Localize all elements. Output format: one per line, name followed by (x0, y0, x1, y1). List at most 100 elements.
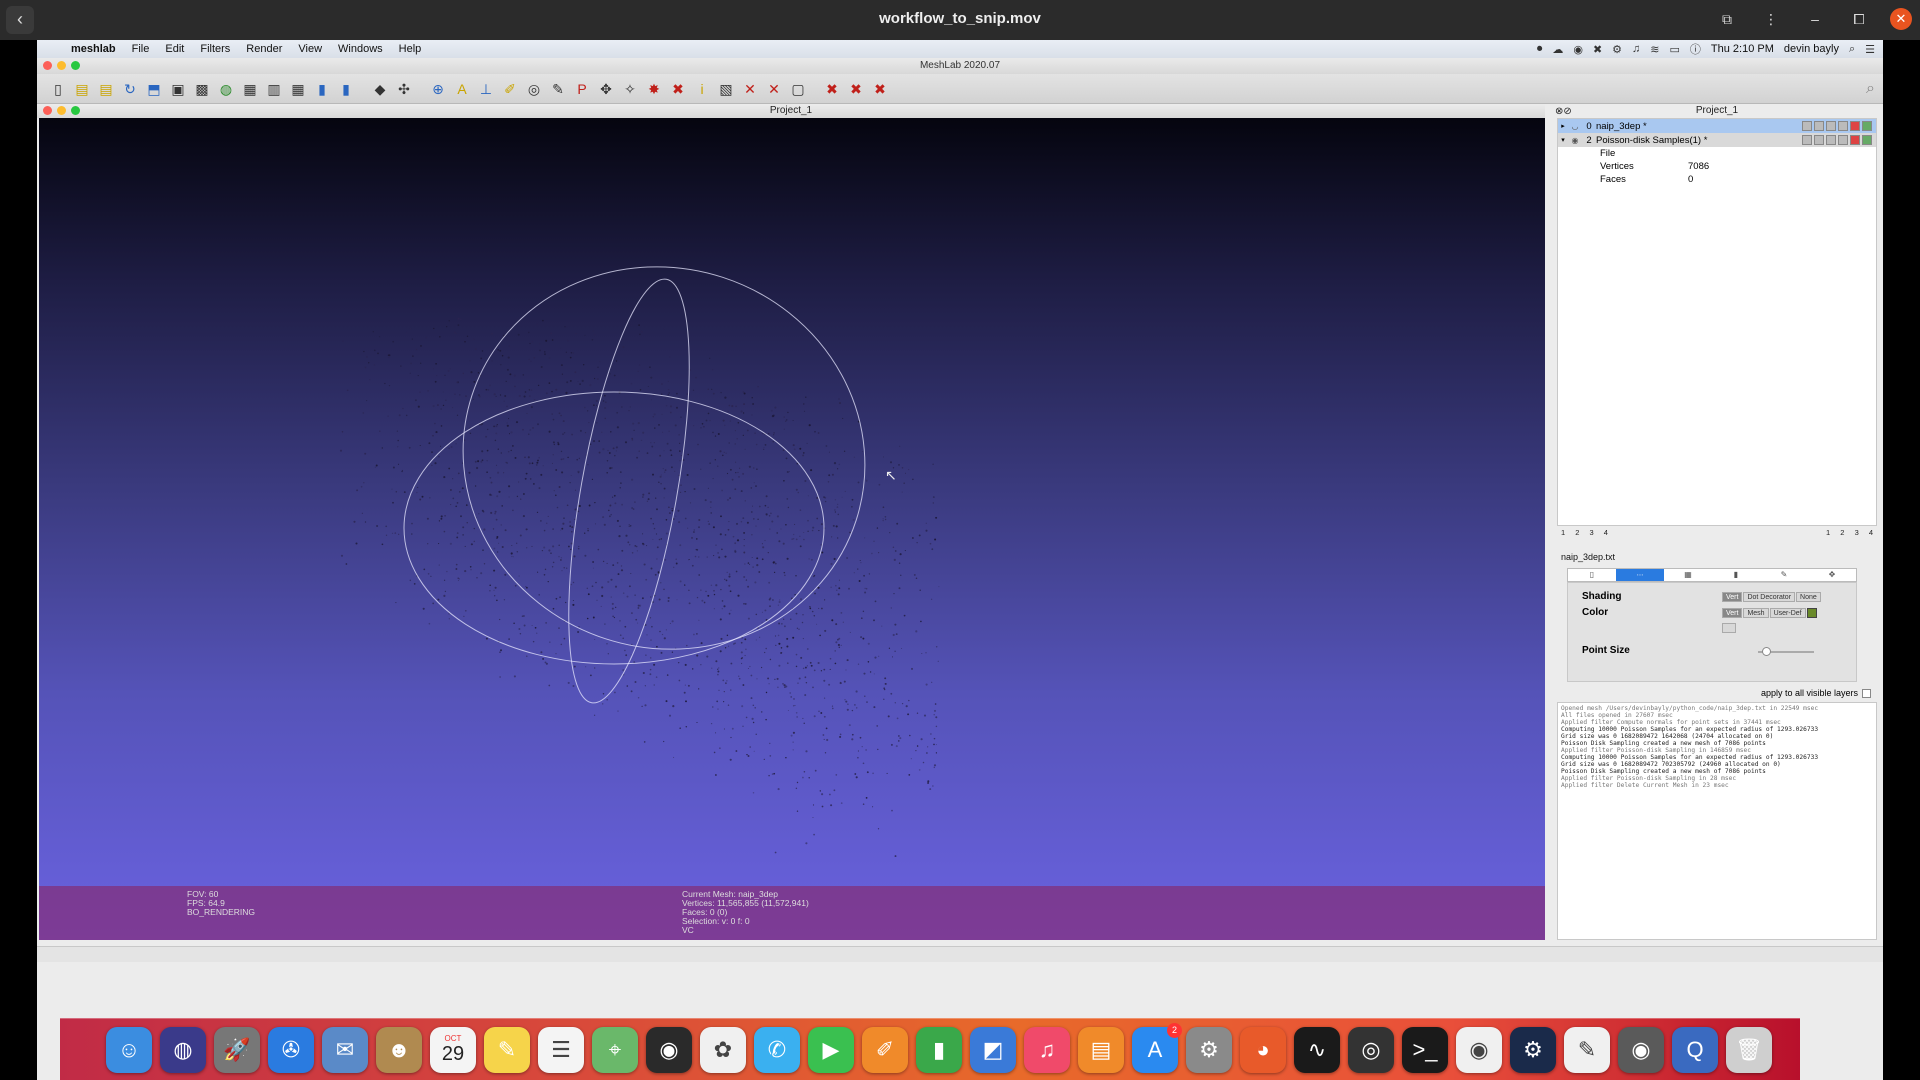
dock-mail-icon[interactable]: ✉ (322, 1026, 368, 1073)
subwindow-zoom-button[interactable] (71, 106, 80, 115)
menu-edit[interactable]: Edit (157, 43, 192, 55)
smooth-icon[interactable]: ▮ (335, 78, 357, 100)
raster-icon[interactable]: ▧ (715, 78, 737, 100)
snapshot-icon[interactable]: ▣ (167, 78, 189, 100)
reload-icon[interactable]: ↻ (119, 78, 141, 100)
color-swatch[interactable] (1806, 608, 1817, 618)
dock-contacts-icon[interactable]: ☻ (376, 1026, 422, 1073)
window-close-button[interactable] (43, 61, 52, 70)
open-project-icon[interactable]: ▤ (71, 78, 93, 100)
hiddenlines-icon[interactable]: ▥ (263, 78, 285, 100)
measure-icon[interactable]: ⊥ (475, 78, 497, 100)
points-render-icon[interactable]: ◍ (215, 78, 237, 100)
select-vertices-icon[interactable]: ✥ (595, 78, 617, 100)
bbox-icon[interactable]: ▩ (191, 78, 213, 100)
color-mesh-button[interactable]: Mesh (1743, 608, 1769, 618)
select-none-icon[interactable]: ▢ (787, 78, 809, 100)
select-faces-rect-icon[interactable]: ✕ (763, 78, 785, 100)
dock-trash-icon[interactable]: 🗑 (1726, 1026, 1772, 1073)
status-app-icon[interactable]: ◉ (1573, 43, 1583, 56)
dock-maps-icon[interactable]: ⌖ (592, 1026, 638, 1073)
app-menu[interactable]: meshlab (63, 43, 124, 55)
shading-dot-decorator-button[interactable]: Dot Decorator (1743, 592, 1796, 602)
dock-notes-icon[interactable]: ✎ (484, 1026, 530, 1073)
subwindow-close-button[interactable] (43, 106, 52, 115)
dock-finder-icon[interactable]: ☺ (106, 1026, 152, 1073)
import-mesh-icon[interactable]: ▤ (95, 78, 117, 100)
status-x-icon[interactable]: ✖ (1593, 43, 1602, 56)
apply-all-checkbox[interactable] (1862, 688, 1871, 698)
layer-solid-icon[interactable] (1838, 121, 1848, 131)
dock-messages-icon[interactable]: ✆ (754, 1026, 800, 1073)
dock-pages-icon[interactable]: ✐ (862, 1026, 908, 1073)
gear-icon[interactable]: ⚙ (1612, 43, 1622, 56)
dock-reminders-icon[interactable]: ☰ (538, 1026, 584, 1073)
tab-bbox[interactable]: ▯ (1568, 569, 1616, 581)
raster-right-2[interactable]: 2 (1840, 528, 1844, 537)
search-icon[interactable]: ⌕ (1866, 80, 1875, 98)
select-connected-icon[interactable]: ✧ (619, 78, 641, 100)
color-extra-button[interactable] (1722, 623, 1736, 633)
layer-row-poisson-samples[interactable]: ▾ ◉ 2 Poisson-disk Samples(1) * (1558, 133, 1876, 147)
layer-solid-icon[interactable] (1838, 135, 1848, 145)
raster-right-4[interactable]: 4 (1869, 528, 1873, 537)
shading-none-button[interactable]: None (1796, 592, 1821, 602)
close-button[interactable]: ✕ (1890, 8, 1912, 30)
notification-center-icon[interactable]: ☰ (1865, 43, 1875, 56)
wireframe-icon[interactable]: ▦ (239, 78, 261, 100)
dock-chrome-icon[interactable]: ◉ (1456, 1026, 1502, 1073)
dock-siri-icon[interactable]: ◍ (160, 1026, 206, 1073)
delete-faces-icon[interactable]: ✖ (845, 78, 867, 100)
point-size-slider[interactable] (1758, 647, 1814, 656)
minimize-button[interactable]: – (1802, 6, 1828, 32)
3d-viewport[interactable]: ↖ FOV: 60 FPS: 64.9 BO_RENDERING Current… (39, 118, 1545, 940)
layer-wire-icon[interactable] (1826, 135, 1836, 145)
dock-facetime-icon[interactable]: ▶ (808, 1026, 854, 1073)
georef-icon[interactable]: ✸ (643, 78, 665, 100)
layer-name[interactable]: Poisson-disk Samples(1) * (1596, 135, 1726, 146)
window-zoom-button[interactable] (71, 61, 80, 70)
panel-close-icon[interactable]: ⊗⊘ (1555, 105, 1572, 119)
dock-safari-icon[interactable]: ✇ (268, 1026, 314, 1073)
raster-right-1[interactable]: 1 (1826, 528, 1830, 537)
music-icon[interactable]: ♫ (1632, 43, 1640, 55)
layer-render-icon[interactable] (1802, 135, 1812, 145)
layer-texture-icon[interactable] (1850, 135, 1860, 145)
annotation-icon[interactable]: A (451, 78, 473, 100)
layers-icon[interactable]: ◆ (369, 78, 391, 100)
raster-left-3[interactable]: 3 (1590, 528, 1594, 537)
dock-launchpad-icon[interactable]: 🚀 (214, 1026, 260, 1073)
dock-calendar-icon[interactable]: OCT 29 (430, 1026, 476, 1073)
color-user-def-button[interactable]: User-Def (1769, 608, 1806, 618)
dock-keynote-icon[interactable]: ◩ (970, 1026, 1016, 1073)
menu-filters[interactable]: Filters (192, 43, 238, 55)
tab-texture[interactable]: ✎ (1760, 569, 1808, 581)
paint-icon[interactable]: ✐ (499, 78, 521, 100)
menubar-clock[interactable]: Thu 2:10 PM (1711, 43, 1774, 55)
maximize-button[interactable]: ⧠ (1846, 6, 1872, 32)
dock-numbers-icon[interactable]: ▮ (916, 1026, 962, 1073)
trackball[interactable]: ↖ (39, 118, 1545, 940)
dock-meshlab-icon[interactable]: ◉ (646, 1026, 692, 1073)
layer-points-icon[interactable] (1814, 121, 1824, 131)
layer-color-icon[interactable] (1862, 135, 1872, 145)
cast-icon[interactable]: ⧉ (1714, 6, 1740, 32)
dock-app-store-icon[interactable]: A2 (1132, 1022, 1182, 1073)
dock-quicktime-icon[interactable]: Q (1672, 1026, 1718, 1073)
shading-vert-button[interactable]: Vert (1722, 592, 1743, 602)
dock-steam-icon[interactable]: ⚙ (1510, 1026, 1556, 1073)
layer-row-naip-3dep[interactable]: ▸ ◡ 0 naip_3dep * (1558, 119, 1876, 133)
layer-wire-icon[interactable] (1826, 121, 1836, 131)
pencil-icon[interactable]: ✎ (547, 78, 569, 100)
delete-faces-vertices-icon[interactable]: ✖ (869, 78, 891, 100)
raster-left-4[interactable]: 4 (1604, 528, 1608, 537)
flatlines-icon[interactable]: ▦ (287, 78, 309, 100)
cloud-icon[interactable]: ☁ (1552, 43, 1563, 56)
menu-help[interactable]: Help (391, 43, 430, 55)
menu-file[interactable]: File (124, 43, 158, 55)
raster-left-2[interactable]: 2 (1575, 528, 1579, 537)
menu-view[interactable]: View (290, 43, 330, 55)
layer-render-icon[interactable] (1802, 121, 1812, 131)
slider-knob[interactable] (1762, 647, 1771, 656)
dock-firefox-icon[interactable]: ◕ (1240, 1026, 1286, 1073)
